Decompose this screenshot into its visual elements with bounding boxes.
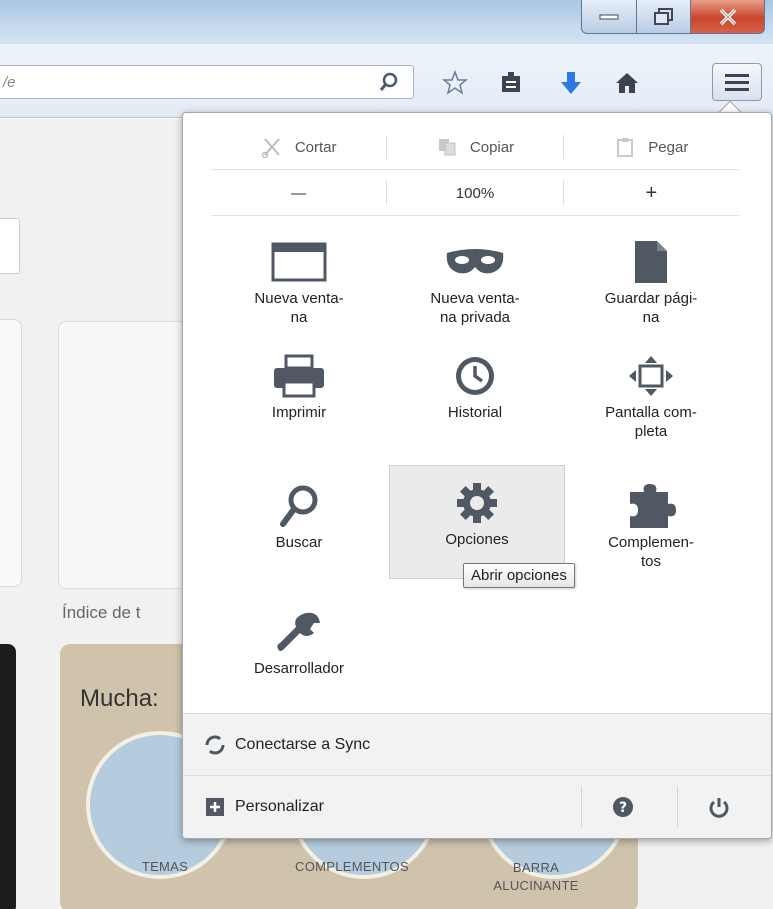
history-label: Historial: [447, 404, 503, 421]
minimize-button[interactable]: [581, 0, 637, 34]
awesome-bar-label: BARRA ALUCINANTE: [493, 860, 579, 893]
developer-label: Desarrollador: [253, 660, 345, 677]
save-page-icon: [635, 241, 667, 283]
hamburger-icon: [725, 74, 749, 91]
maximize-button[interactable]: [637, 0, 691, 34]
new-private-window-button[interactable]: Nueva venta- na privada: [387, 225, 563, 337]
addons-button[interactable]: Complemen- tos: [563, 469, 739, 581]
scissors-icon: [261, 138, 280, 158]
zoom-in-button[interactable]: +: [564, 173, 739, 213]
copy-button[interactable]: Copiar: [387, 129, 562, 165]
close-button[interactable]: [691, 0, 765, 34]
find-label: Buscar: [275, 534, 323, 551]
menu-footer: Conectarse a Sync Personalizar ?: [183, 713, 771, 838]
sync-label: Conectarse a Sync: [235, 735, 371, 753]
zoom-out-button[interactable]: —: [211, 173, 386, 213]
paste-button[interactable]: Pegar: [564, 129, 739, 165]
bookmarks-menu-button[interactable]: [496, 68, 526, 98]
close-icon: [719, 8, 736, 25]
new-window-label: Nueva venta- na: [254, 290, 344, 326]
history-button[interactable]: Historial: [387, 339, 563, 451]
home-icon: [616, 73, 638, 93]
clock-icon: [456, 357, 494, 395]
cut-button[interactable]: Cortar: [211, 129, 386, 165]
customize-plus-icon: [206, 798, 224, 816]
star-icon: [442, 70, 468, 95]
promo-heading: Mucha:: [80, 685, 159, 712]
fullscreen-button[interactable]: Pantalla com- pleta: [563, 339, 739, 451]
url-bar[interactable]: /e: [0, 65, 414, 99]
save-page-label: Guardar pági- na: [604, 290, 698, 326]
minimize-icon: [599, 14, 619, 19]
bookmark-star-button[interactable]: [440, 68, 470, 98]
wrench-icon: [277, 612, 320, 651]
svg-text:?: ?: [619, 800, 627, 816]
printer-icon: [274, 354, 324, 398]
find-button[interactable]: Buscar: [211, 469, 387, 581]
index-heading: Índice de t: [62, 603, 141, 622]
edit-controls: Cortar Copiar Pegar: [211, 129, 739, 165]
url-text: /e: [3, 74, 16, 91]
home-button[interactable]: [612, 68, 642, 98]
customize-label: Personalizar: [235, 798, 324, 815]
clipboard-icon: [617, 138, 634, 157]
developer-button[interactable]: Desarrollador: [211, 595, 387, 707]
save-page-button[interactable]: Guardar pági- na: [563, 225, 739, 337]
search-go-button[interactable]: [377, 70, 401, 99]
restore-icon: [653, 7, 673, 25]
search-box-edge: [0, 218, 20, 274]
dark-tile: [0, 644, 16, 909]
window-controls: [581, 0, 765, 34]
power-icon: [709, 798, 729, 818]
zoom-reset-button[interactable]: 100%: [387, 173, 562, 213]
bookmarks-list-icon: [502, 72, 520, 92]
help-button[interactable]: ?: [595, 776, 651, 838]
gear-icon: [457, 483, 497, 523]
private-mask-icon: [446, 249, 504, 274]
print-label: Imprimir: [271, 404, 327, 421]
main-menu-panel: Cortar Copiar Pegar — 100% + Nueva venta…: [182, 112, 772, 839]
options-tooltip: Abrir opciones: [463, 563, 575, 588]
new-window-button[interactable]: Nueva venta- na: [211, 225, 387, 337]
search-icon: [280, 485, 318, 527]
themes-label: TEMAS: [141, 859, 189, 874]
sync-icon: [205, 735, 225, 754]
fullscreen-icon: [629, 356, 673, 396]
footer-separator: [677, 786, 678, 828]
search-icon: [379, 72, 398, 91]
copy-icon: [438, 139, 456, 156]
options-button[interactable]: Opciones: [389, 465, 565, 579]
paste-label: Pegar: [648, 138, 689, 156]
footer-separator: [581, 786, 582, 828]
quit-button[interactable]: [691, 776, 747, 838]
new-private-window-label: Nueva venta- na privada: [430, 290, 520, 326]
customize-button[interactable]: Personalizar: [183, 776, 771, 838]
cut-label: Cortar: [294, 138, 337, 156]
download-arrow-icon: [561, 72, 581, 94]
divider: [211, 215, 739, 216]
addons-label: COMPLEMENTOS: [295, 859, 409, 874]
options-label: Opciones: [445, 531, 509, 548]
navigation-toolbar: /e: [0, 44, 773, 118]
open-menu-button[interactable]: [712, 63, 762, 101]
addons-label: Complemen- tos: [608, 534, 694, 570]
print-button[interactable]: Imprimir: [211, 339, 387, 451]
fullscreen-label: Pantalla com- pleta: [605, 404, 697, 440]
downloads-button[interactable]: [556, 68, 586, 98]
new-window-icon: [271, 242, 327, 282]
puzzle-icon: [630, 484, 676, 528]
tile-left: [0, 319, 22, 587]
zoom-controls: — 100% +: [211, 173, 739, 213]
divider: [211, 169, 739, 170]
help-icon: ?: [613, 797, 633, 817]
window-titlebar: [0, 0, 773, 44]
copy-label: Copiar: [469, 138, 515, 156]
sync-button[interactable]: Conectarse a Sync: [183, 714, 771, 776]
